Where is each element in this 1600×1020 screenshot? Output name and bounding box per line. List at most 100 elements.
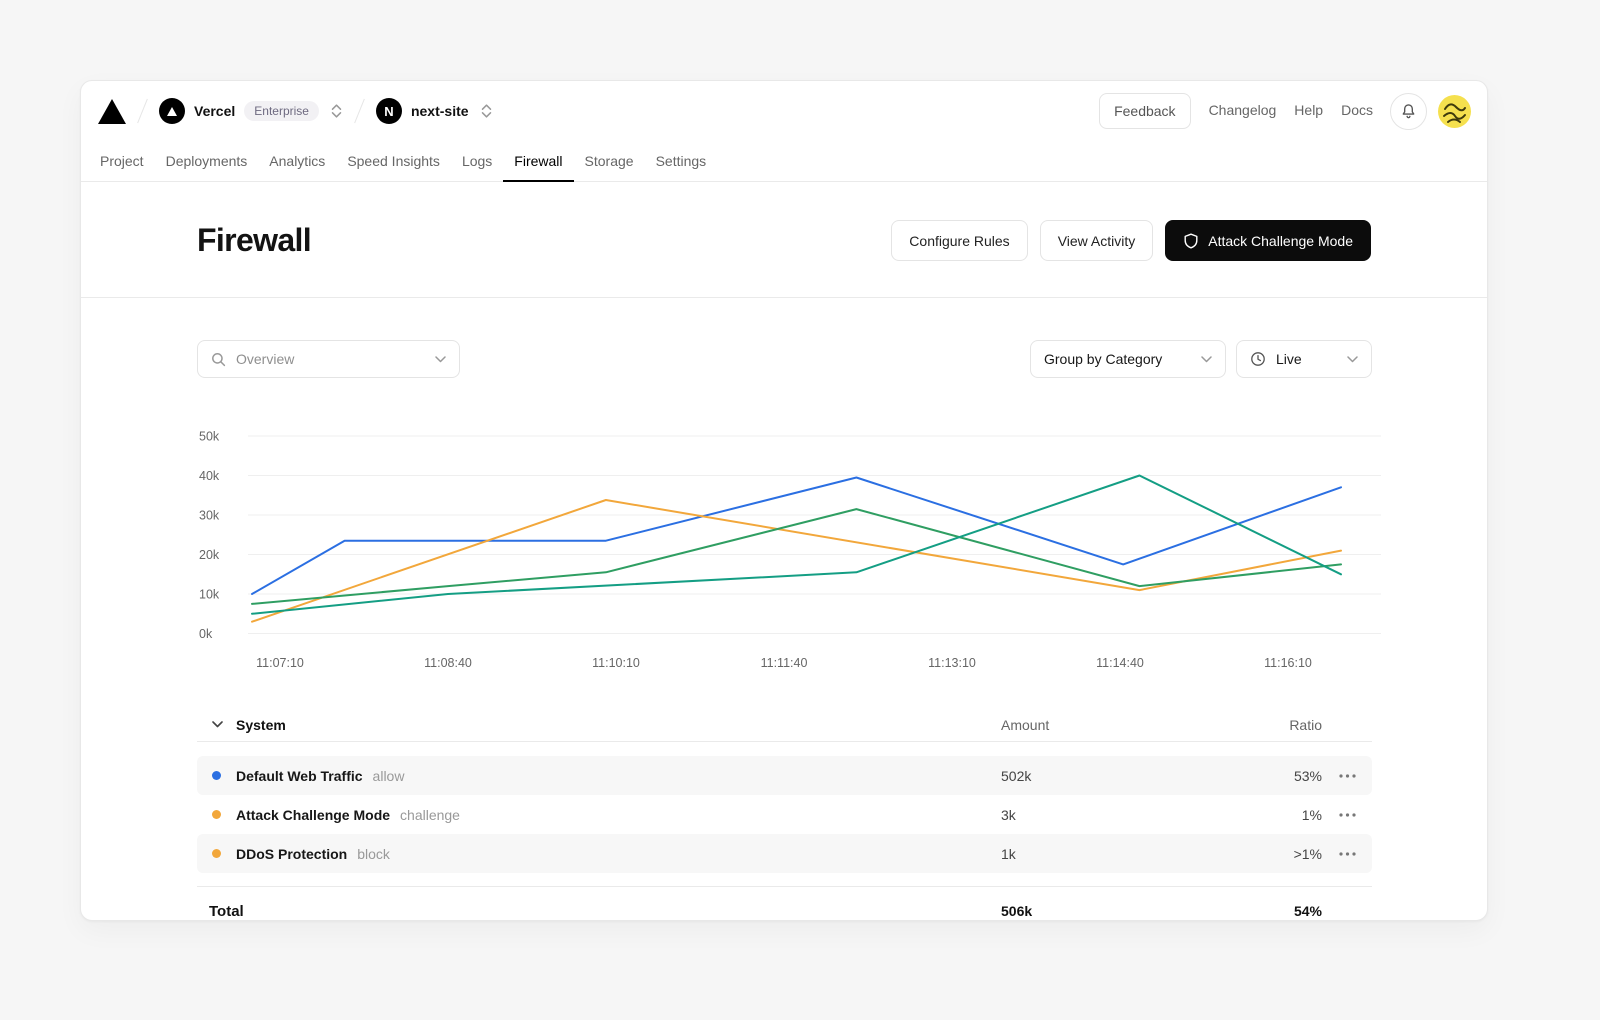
configure-rules-button[interactable]: Configure Rules	[891, 220, 1027, 261]
group-label: System	[236, 717, 286, 733]
total-amount: 506k	[1001, 903, 1195, 919]
overview-select[interactable]: Overview	[197, 340, 460, 378]
page-head: Firewall Configure Rules View Activity A…	[81, 182, 1487, 297]
chart-line-s2-amber	[252, 500, 1341, 622]
notifications-button[interactable]	[1390, 93, 1427, 130]
controls-row: Overview Group by Category Live	[197, 340, 1372, 378]
team-switcher[interactable]: Vercel Enterprise	[159, 98, 343, 124]
shield-icon	[1183, 233, 1199, 249]
topbar: Vercel Enterprise N next-site Feedback C…	[81, 81, 1487, 141]
breadcrumb-slash	[137, 99, 148, 123]
rule-action: challenge	[400, 807, 460, 823]
tab-firewall[interactable]: Firewall	[503, 141, 573, 182]
table-row[interactable]: DDoS Protection block 1k>1%	[197, 834, 1372, 873]
vercel-logo-icon[interactable]	[98, 99, 126, 124]
total-row: Total 506k 54%	[197, 893, 1372, 921]
tab-speed-insights[interactable]: Speed Insights	[336, 141, 451, 182]
nav-link-docs[interactable]: Docs	[1341, 102, 1373, 118]
rule-color-dot	[212, 771, 221, 780]
y-tick-label: 0k	[199, 627, 213, 641]
rule-ratio: >1%	[1195, 846, 1322, 862]
team-avatar	[159, 98, 185, 124]
total-divider	[197, 886, 1372, 887]
y-tick-label: 30k	[199, 509, 220, 523]
chart-line-s3-green	[252, 509, 1341, 604]
rules-table-header: System Amount Ratio	[197, 708, 1372, 742]
table-row[interactable]: Attack Challenge Mode challenge 3k1%	[197, 795, 1372, 834]
rule-ratio: 53%	[1195, 768, 1322, 784]
chevron-up-down-icon	[330, 103, 343, 119]
view-activity-button[interactable]: View Activity	[1040, 220, 1154, 261]
x-tick-label: 11:13:10	[928, 656, 976, 670]
total-label: Total	[209, 903, 1001, 920]
tab-storage[interactable]: Storage	[574, 141, 645, 182]
chevron-down-icon	[1347, 356, 1358, 363]
project-avatar: N	[376, 98, 402, 124]
ellipsis-icon	[1339, 774, 1356, 778]
rule-ratio: 1%	[1195, 807, 1322, 823]
page-title: Firewall	[197, 222, 311, 259]
rule-name: Default Web Traffic	[236, 768, 363, 784]
row-menu-button[interactable]	[1337, 809, 1358, 821]
traffic-chart: 50k40k30k20k10k0k11:07:1011:08:4011:10:1…	[197, 417, 1372, 675]
ellipsis-icon	[1339, 813, 1356, 817]
rule-color-dot	[212, 810, 221, 819]
team-name: Vercel	[194, 103, 235, 119]
time-range-value: Live	[1276, 351, 1302, 367]
x-tick-label: 11:11:40	[761, 656, 808, 670]
y-tick-label: 10k	[199, 588, 220, 602]
tab-project[interactable]: Project	[89, 141, 155, 182]
ellipsis-icon	[1339, 852, 1356, 856]
time-range-select[interactable]: Live	[1236, 340, 1372, 378]
clock-icon	[1250, 351, 1266, 367]
project-switcher[interactable]: N next-site	[376, 98, 493, 124]
attack-button-label: Attack Challenge Mode	[1208, 233, 1353, 249]
rule-amount: 1k	[1001, 846, 1195, 862]
topbar-right: Feedback Changelog Help Docs	[1099, 93, 1471, 130]
topbar-links: Changelog Help Docs	[1191, 102, 1373, 120]
tab-analytics[interactable]: Analytics	[258, 141, 336, 182]
attack-challenge-mode-button[interactable]: Attack Challenge Mode	[1165, 220, 1371, 261]
amount-header: Amount	[1001, 717, 1195, 733]
firewall-content: Overview Group by Category Live	[81, 298, 1487, 921]
group-by-select[interactable]: Group by Category	[1030, 340, 1226, 378]
chevron-down-icon	[435, 356, 446, 363]
rule-amount: 3k	[1001, 807, 1195, 823]
chevron-down-icon	[1201, 356, 1212, 363]
group-collapse-chevron-icon[interactable]	[212, 721, 223, 728]
x-tick-label: 11:14:40	[1096, 656, 1144, 670]
x-tick-label: 11:16:10	[1264, 656, 1312, 670]
plan-badge: Enterprise	[244, 101, 319, 121]
row-menu-button[interactable]	[1337, 770, 1358, 782]
nav-link-help[interactable]: Help	[1294, 102, 1323, 118]
x-tick-label: 11:08:40	[424, 656, 472, 670]
search-icon	[211, 352, 226, 367]
rules-rows: Default Web Traffic allow 502k53% Attack Ch…	[197, 756, 1372, 873]
nav-link-changelog[interactable]: Changelog	[1209, 102, 1277, 118]
traffic-chart-svg[interactable]: 50k40k30k20k10k0k11:07:1011:08:4011:10:1…	[197, 417, 1381, 675]
rule-action: block	[357, 846, 390, 862]
row-menu-button[interactable]	[1337, 848, 1358, 860]
x-tick-label: 11:07:10	[256, 656, 304, 670]
tab-settings[interactable]: Settings	[645, 141, 718, 182]
breadcrumb-slash	[354, 99, 365, 123]
feedback-button[interactable]: Feedback	[1099, 93, 1190, 129]
y-tick-label: 50k	[199, 430, 220, 444]
rule-color-dot	[212, 849, 221, 858]
dashboard-card: Vercel Enterprise N next-site Feedback C…	[80, 80, 1488, 921]
user-avatar[interactable]	[1438, 95, 1471, 128]
controls-right: Group by Category Live	[1030, 340, 1372, 378]
head-actions: Configure Rules View Activity Attack Cha…	[891, 220, 1371, 261]
tab-logs[interactable]: Logs	[451, 141, 503, 182]
rule-action: allow	[373, 768, 405, 784]
tab-deployments[interactable]: Deployments	[155, 141, 259, 182]
rule-name: Attack Challenge Mode	[236, 807, 390, 823]
overview-select-value: Overview	[236, 351, 294, 367]
total-ratio: 54%	[1195, 903, 1322, 919]
chevron-up-down-icon	[480, 103, 493, 119]
rule-name: DDoS Protection	[236, 846, 347, 862]
table-row[interactable]: Default Web Traffic allow 502k53%	[197, 756, 1372, 795]
y-tick-label: 40k	[199, 469, 220, 483]
project-tabs: ProjectDeploymentsAnalyticsSpeed Insight…	[81, 141, 1487, 182]
rule-amount: 502k	[1001, 768, 1195, 784]
